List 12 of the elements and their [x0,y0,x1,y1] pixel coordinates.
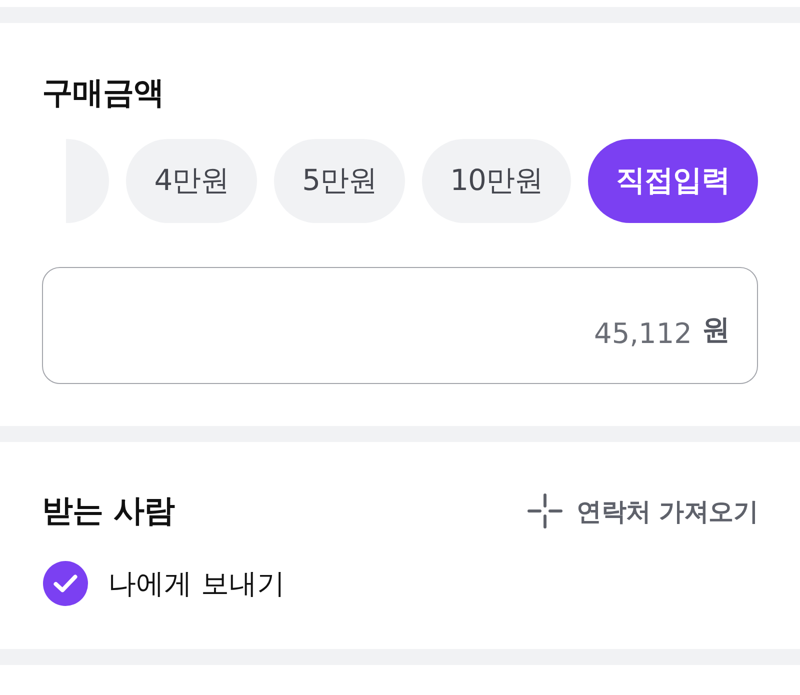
checkbox[interactable] [43,561,88,606]
currency-unit: 원 [702,312,730,348]
amount-chip[interactable]: 5만원 [274,139,406,223]
checkbox-label: 나에게 보내기 [108,566,285,602]
plus-icon [526,493,563,529]
amount-chip[interactable]: 직접입력 [588,139,758,223]
section-title: 구매금액 [42,75,164,111]
amount-chip[interactable]: 10만원 [422,139,571,223]
import-contacts-button[interactable]: 연락처 가져오기 [526,493,758,529]
amount-chip[interactable]: 4만원 [126,139,258,223]
section-title: 받는 사람 [42,493,174,529]
amount-field[interactable]: 45,112 원 [42,267,758,384]
